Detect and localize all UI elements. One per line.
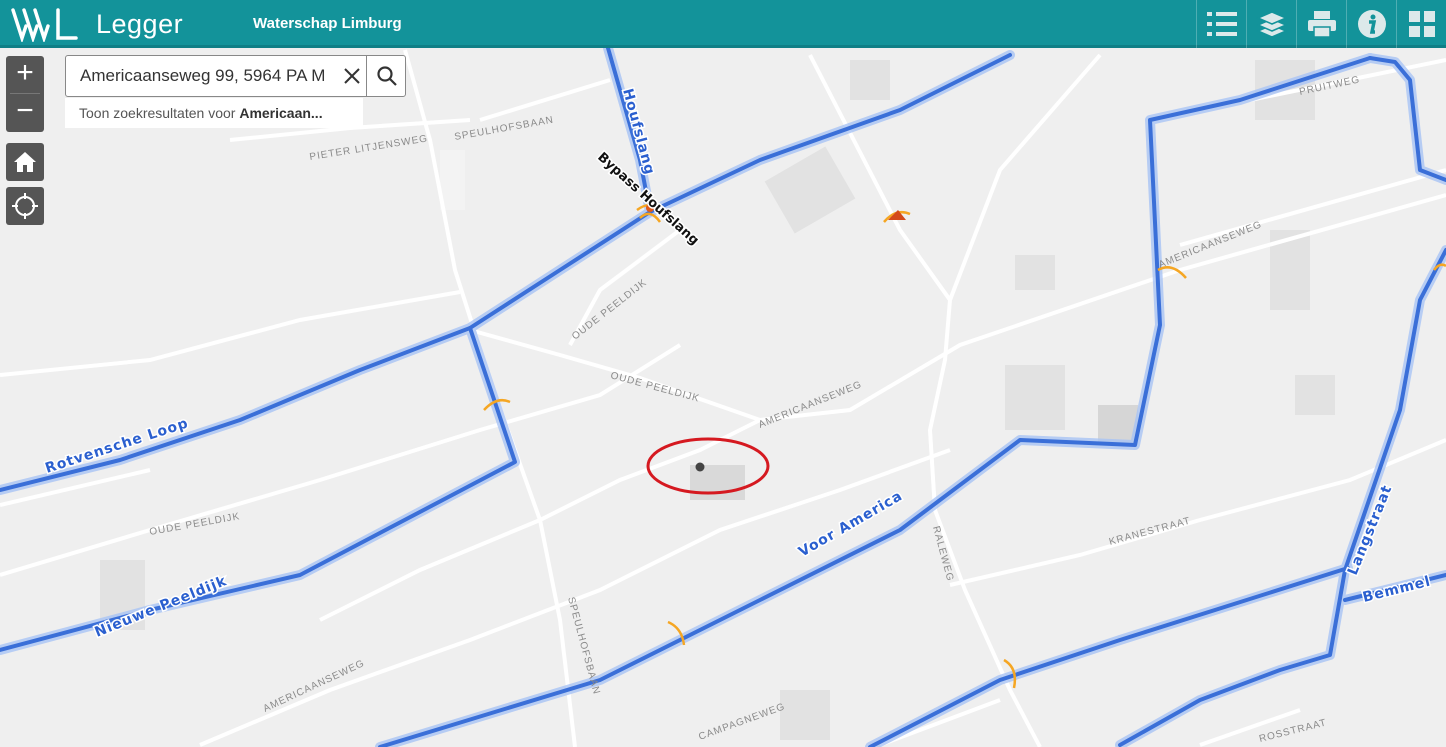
search-widget — [65, 55, 406, 97]
print-button[interactable] — [1296, 0, 1347, 48]
info-button[interactable] — [1346, 0, 1397, 48]
suggestion-term: Americaan... — [239, 105, 323, 121]
search-input[interactable] — [66, 56, 338, 96]
print-icon — [1308, 11, 1336, 38]
zoom-control: + − — [6, 56, 44, 132]
search-button[interactable] — [366, 56, 407, 96]
zoom-out-button[interactable]: − — [6, 94, 44, 132]
search-suggestion[interactable]: Toon zoekresultaten voor Americaan... — [65, 98, 363, 128]
app-header: Legger Waterschap Limburg — [0, 0, 1446, 48]
layers-button[interactable] — [1246, 0, 1297, 48]
location-marker[interactable] — [695, 462, 705, 472]
legend-button[interactable] — [1196, 0, 1247, 48]
locate-button[interactable] — [6, 187, 44, 225]
menu-button[interactable] — [1396, 0, 1446, 48]
logo-icon — [11, 8, 78, 42]
close-icon — [344, 68, 360, 84]
home-button[interactable] — [6, 143, 44, 181]
grid-menu-icon — [1409, 11, 1435, 37]
organization-name: Waterschap Limburg — [253, 15, 402, 32]
home-icon — [14, 152, 36, 172]
app-title: Legger — [96, 9, 184, 39]
crosshair-icon — [12, 193, 38, 219]
suggestion-prefix: Toon zoekresultaten voor — [79, 105, 240, 121]
search-icon — [377, 66, 397, 86]
info-icon — [1358, 10, 1386, 38]
zoom-in-button[interactable]: + — [6, 56, 44, 94]
legend-list-icon — [1207, 12, 1237, 36]
layers-icon — [1256, 11, 1288, 38]
clear-search-button[interactable] — [338, 56, 366, 96]
